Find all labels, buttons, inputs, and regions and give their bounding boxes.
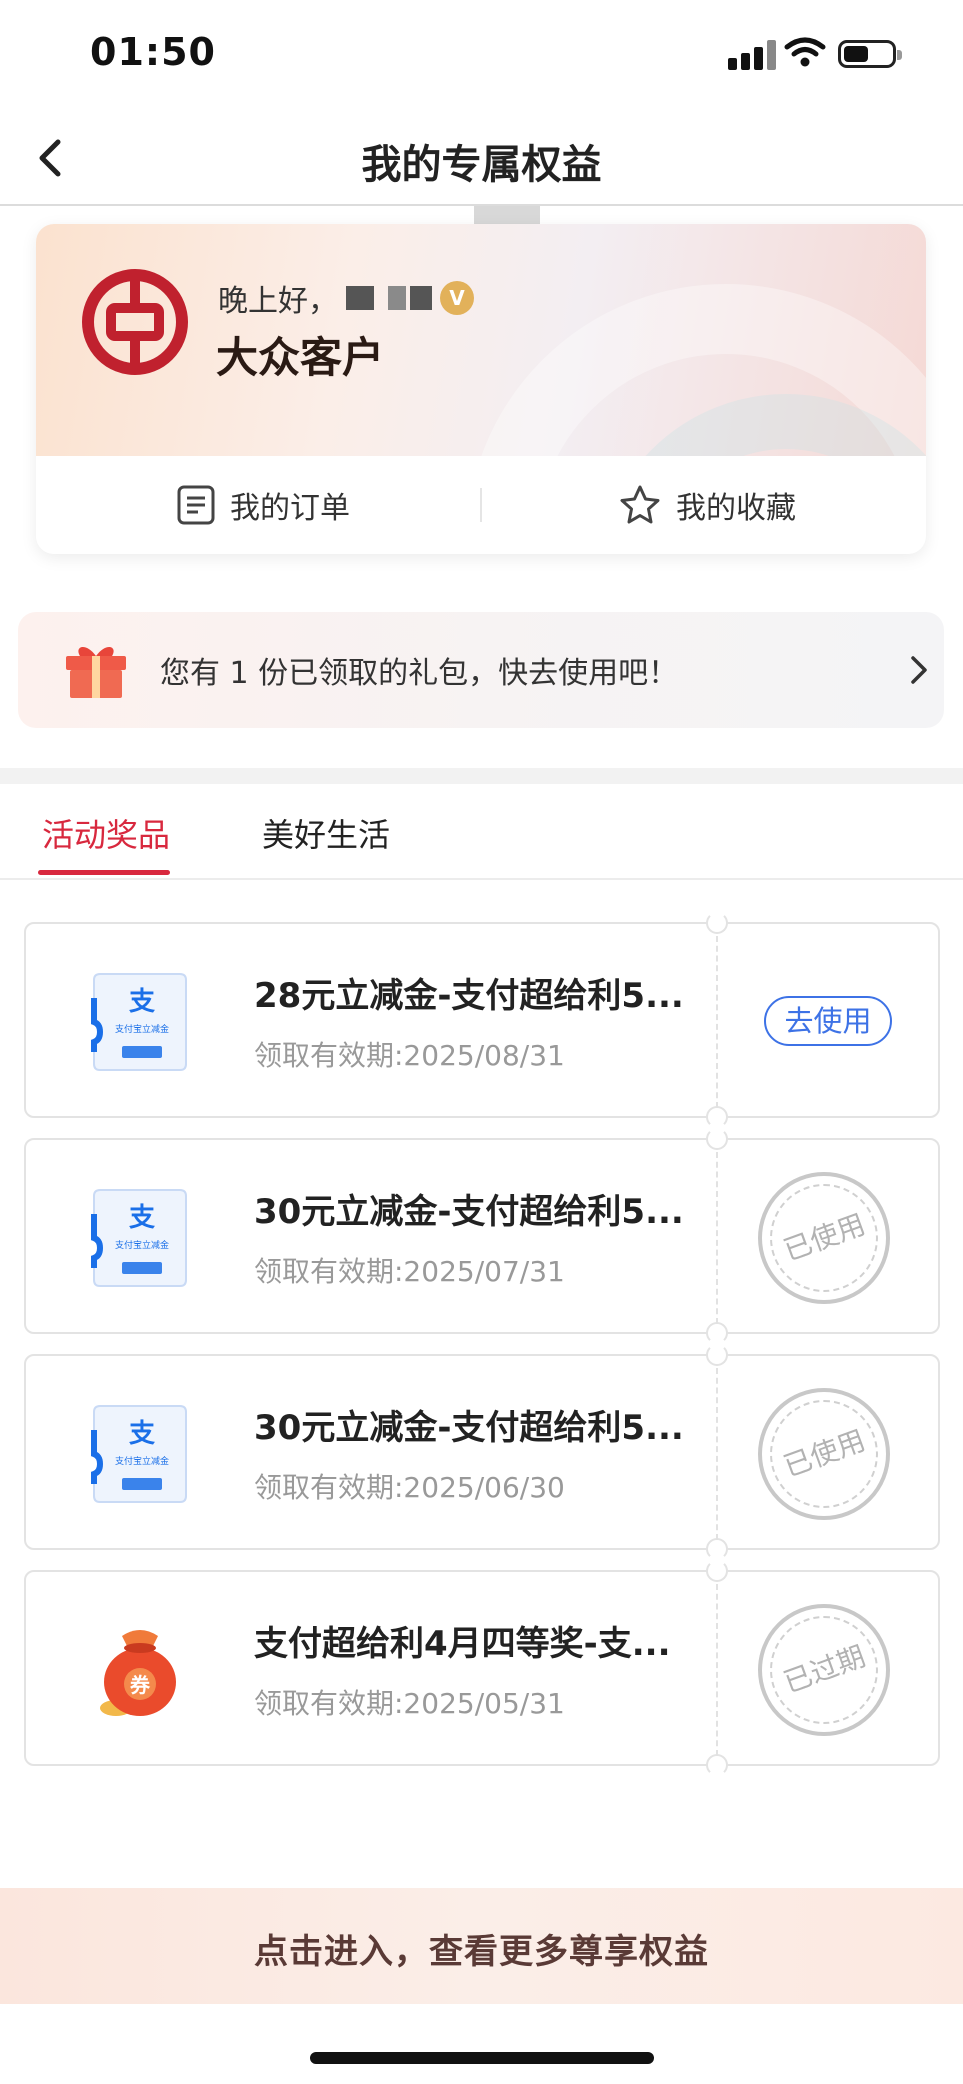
home-indicator xyxy=(310,2052,654,2064)
coupon-card[interactable]: 券 支付超给利4月四等奖-支... 领取有效期:2025/05/31 已过期 xyxy=(24,1560,940,1776)
nav-bar: 我的专属权益 xyxy=(0,110,963,206)
section-divider xyxy=(0,768,963,784)
gift-icon xyxy=(66,646,126,698)
coupon-title: 30元立减金-支付超给利5... xyxy=(254,1408,684,1448)
greeting-text: 晚上好， xyxy=(218,284,338,319)
coupon-title: 28元立减金-支付超给利5... xyxy=(254,976,684,1016)
chevron-right-icon xyxy=(911,656,927,684)
battery-icon xyxy=(838,40,902,68)
tab-active-indicator xyxy=(38,870,170,875)
coupon-validity: 领取有效期:2025/05/31 xyxy=(254,1687,565,1720)
used-stamp: 已使用 xyxy=(758,1172,890,1304)
alipay-coupon-icon: 支 支付宝立减金 xyxy=(91,1405,187,1503)
divider xyxy=(480,488,482,522)
bank-of-china-logo xyxy=(82,269,188,375)
coupon-validity: 领取有效期:2025/06/30 xyxy=(254,1471,565,1504)
alipay-char: 支 xyxy=(129,1203,155,1233)
coupon-card[interactable]: 支 支付宝立减金 30元立减金-支付超给利5... 领取有效期:2025/06/… xyxy=(24,1344,940,1560)
page-title: 我的专属权益 xyxy=(361,142,602,188)
masked-name xyxy=(346,286,374,310)
more-benefits-banner[interactable]: 点击进入，查看更多尊享权益 xyxy=(0,1888,963,2004)
coupon-card[interactable]: 支 支付宝立减金 28元立减金-支付超给利5... 领取有效期:2025/08/… xyxy=(24,912,940,1128)
coupon-title: 支付超给利4月四等奖-支... xyxy=(254,1624,671,1664)
wifi-icon xyxy=(784,37,826,67)
bag-char: 券 xyxy=(129,1673,151,1697)
use-coupon-button[interactable]: 去使用 xyxy=(764,996,892,1046)
used-stamp: 已使用 xyxy=(758,1388,890,1520)
gift-banner-text: 您有 1 份已领取的礼包，快去使用吧！ xyxy=(160,656,679,691)
order-list-icon xyxy=(177,485,215,525)
alipay-char: 支 xyxy=(129,987,155,1017)
coupon-card[interactable]: 支 支付宝立减金 30元立减金-支付超给利5... 领取有效期:2025/07/… xyxy=(24,1128,940,1344)
profile-actions: 我的订单 我的收藏 xyxy=(36,456,926,554)
cellular-signal-icon xyxy=(728,40,776,70)
alipay-coupon-icon: 支 支付宝立减金 xyxy=(91,973,187,1071)
alipay-char: 支 xyxy=(129,1419,155,1449)
expired-stamp: 已过期 xyxy=(758,1604,890,1736)
star-icon xyxy=(620,485,660,524)
more-benefits-text: 点击进入，查看更多尊享权益 xyxy=(254,1932,709,1972)
masked-name xyxy=(388,286,406,310)
status-bar: 01:50 xyxy=(0,0,963,110)
profile-header: 晚上好， V 大众客户 xyxy=(36,224,926,554)
red-envelope-coupon-icon: 券 xyxy=(100,1630,176,1716)
alipay-caption: 支付宝立减金 xyxy=(115,1455,169,1467)
coupon-validity: 领取有效期:2025/07/31 xyxy=(254,1255,565,1288)
greeting: 晚上好， V xyxy=(218,276,474,320)
my-orders-button[interactable]: 我的订单 xyxy=(176,456,350,554)
masked-name xyxy=(410,286,432,310)
coupon-title: 30元立减金-支付超给利5... xyxy=(254,1192,684,1232)
alipay-coupon-icon: 支 支付宝立减金 xyxy=(91,1189,187,1287)
vip-badge-icon: V xyxy=(440,281,474,315)
status-time: 01:50 xyxy=(90,30,216,74)
tab-good-life[interactable]: 美好生活 xyxy=(262,810,390,856)
alipay-caption: 支付宝立减金 xyxy=(115,1239,169,1251)
gift-banner[interactable]: 您有 1 份已领取的礼包，快去使用吧！ xyxy=(18,612,944,728)
tab-activity-prizes[interactable]: 活动奖品 xyxy=(42,810,170,856)
alipay-caption: 支付宝立减金 xyxy=(115,1023,169,1035)
customer-tier: 大众客户 xyxy=(216,333,385,382)
tab-bar: 活动奖品 美好生活 xyxy=(0,784,963,880)
coupon-validity: 领取有效期:2025/08/31 xyxy=(254,1039,565,1072)
profile-card: 晚上好， V 大众客户 我的订单 我的收藏 xyxy=(36,224,926,554)
my-orders-label: 我的订单 xyxy=(230,491,350,526)
my-favorites-button[interactable]: 我的收藏 xyxy=(618,456,796,554)
my-favorites-label: 我的收藏 xyxy=(676,491,796,526)
